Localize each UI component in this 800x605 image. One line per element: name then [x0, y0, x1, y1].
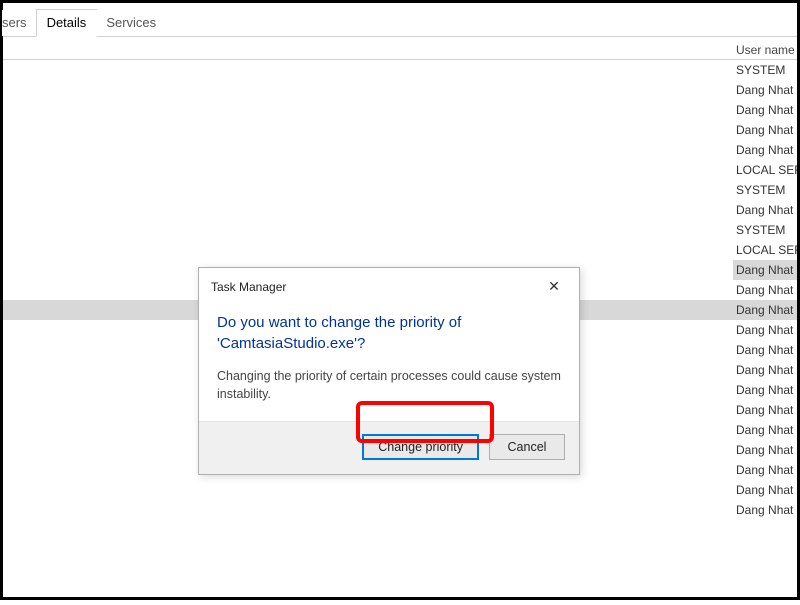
username-column: User name SYSTEMDang NhatDang NhatDang N… [733, 43, 797, 520]
table-row[interactable]: Dang Nhat [733, 420, 797, 440]
confirm-dialog: Task Manager ✕ Do you want to change the… [198, 267, 580, 475]
table-row[interactable]: Dang Nhat [733, 100, 797, 120]
dialog-warning: Changing the priority of certain process… [217, 368, 561, 403]
table-row[interactable]: SYSTEM [733, 220, 797, 240]
dialog-titlebar: Task Manager ✕ [199, 268, 579, 300]
header-separator [3, 59, 797, 60]
tab-strip: sers Details Services [3, 3, 797, 37]
table-row[interactable]: Dang Nhat [733, 300, 797, 320]
table-row[interactable]: Dang Nhat [733, 500, 797, 520]
table-row[interactable]: Dang Nhat [733, 360, 797, 380]
table-row[interactable]: Dang Nhat [733, 440, 797, 460]
table-row[interactable]: Dang Nhat [733, 480, 797, 500]
dialog-button-row: Change priority Cancel [199, 421, 579, 474]
table-row[interactable]: Dang Nhat [733, 280, 797, 300]
table-row[interactable]: SYSTEM [733, 180, 797, 200]
table-row[interactable]: Dang Nhat [733, 80, 797, 100]
change-priority-button[interactable]: Change priority [362, 434, 479, 460]
content-area: User name SYSTEMDang NhatDang NhatDang N… [3, 43, 797, 605]
column-header-username[interactable]: User name [733, 43, 797, 60]
dialog-question: Do you want to change the priority of 'C… [217, 312, 561, 354]
table-row[interactable]: Dang Nhat [733, 380, 797, 400]
cancel-button[interactable]: Cancel [489, 434, 565, 460]
table-row[interactable]: Dang Nhat [733, 140, 797, 160]
dialog-title: Task Manager [211, 280, 286, 294]
table-row[interactable]: Dang Nhat [733, 200, 797, 220]
table-row[interactable]: Dang Nhat [733, 260, 797, 280]
table-row[interactable]: SYSTEM [733, 60, 797, 80]
dialog-body: Do you want to change the priority of 'C… [199, 300, 579, 421]
tab-details[interactable]: Details [36, 9, 98, 37]
table-row[interactable]: LOCAL SERVICE [733, 160, 797, 180]
table-row[interactable]: Dang Nhat [733, 120, 797, 140]
table-row[interactable]: LOCAL SERVICE [733, 240, 797, 260]
table-row[interactable]: Dang Nhat [733, 460, 797, 480]
close-icon[interactable]: ✕ [539, 276, 569, 298]
table-row[interactable]: Dang Nhat [733, 340, 797, 360]
tab-partial[interactable]: sers [2, 10, 37, 36]
table-row[interactable]: Dang Nhat [733, 320, 797, 340]
table-row[interactable]: Dang Nhat [733, 400, 797, 420]
tab-services[interactable]: Services [96, 10, 166, 36]
